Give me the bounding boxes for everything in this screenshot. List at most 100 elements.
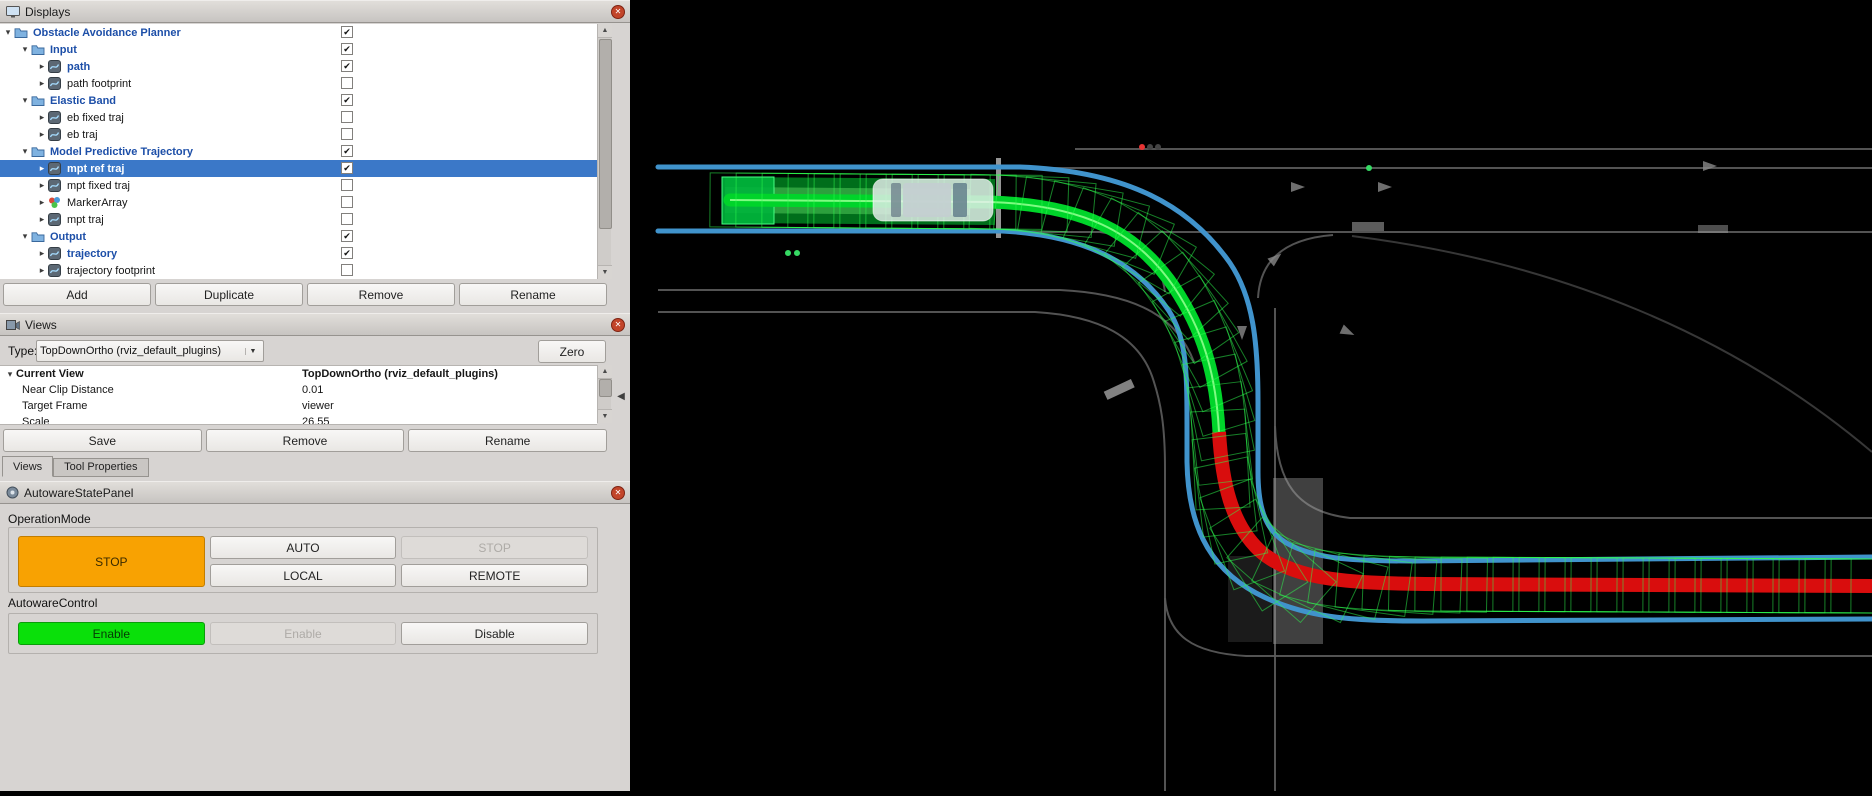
autoware-control-label: AutowareControl bbox=[8, 596, 97, 610]
expand-arrow-icon[interactable] bbox=[36, 129, 48, 140]
collapse-arrow-icon[interactable] bbox=[2, 27, 14, 38]
display-tree-item[interactable]: Model Predictive Trajectory bbox=[0, 143, 597, 160]
display-checkbox[interactable] bbox=[341, 230, 353, 242]
views-scrollbar[interactable] bbox=[597, 365, 611, 423]
view-property-row[interactable]: Near Clip Distance0.01 bbox=[0, 382, 597, 398]
display-tree-item[interactable]: mpt fixed traj bbox=[0, 177, 597, 194]
display-label: trajectory footprint bbox=[67, 265, 155, 277]
display-label: trajectory bbox=[67, 248, 117, 260]
autoware-control-disable-button[interactable]: Disable bbox=[401, 622, 588, 645]
view-property-row[interactable]: Target Frameviewer bbox=[0, 398, 597, 414]
collapse-arrow-icon[interactable] bbox=[19, 95, 31, 106]
state-titlebar[interactable]: AutowareStatePanel bbox=[0, 481, 630, 504]
displays-remove-button[interactable]: Remove bbox=[307, 283, 455, 306]
display-checkbox[interactable] bbox=[341, 60, 353, 72]
display-tree-item[interactable]: trajectory footprint bbox=[0, 262, 597, 279]
expand-arrow-icon[interactable] bbox=[36, 197, 48, 208]
displays-tree: Obstacle Avoidance PlannerInputpathpath … bbox=[0, 24, 597, 279]
displays-titlebar[interactable]: Displays bbox=[0, 0, 630, 23]
views-close-button[interactable] bbox=[611, 318, 625, 332]
displays-add-button[interactable]: Add bbox=[3, 283, 151, 306]
display-tree-item[interactable]: path bbox=[0, 58, 597, 75]
collapse-arrow-icon[interactable] bbox=[19, 146, 31, 157]
display-checkbox[interactable] bbox=[341, 43, 353, 55]
scroll-down-icon[interactable] bbox=[598, 409, 612, 423]
autoware-control-enable-button-indicator[interactable]: Enable bbox=[18, 622, 205, 645]
expand-arrow-icon[interactable] bbox=[36, 61, 48, 72]
operation-mode-local-button[interactable]: LOCAL bbox=[210, 564, 397, 587]
views-panel-icon bbox=[6, 319, 20, 331]
display-checkbox[interactable] bbox=[341, 196, 353, 208]
display-checkbox[interactable] bbox=[341, 26, 353, 38]
display-tree-item[interactable]: mpt ref traj bbox=[0, 160, 597, 177]
views-rename-button[interactable]: Rename bbox=[408, 429, 607, 452]
display-tree-item[interactable]: trajectory bbox=[0, 245, 597, 262]
scroll-up-icon[interactable] bbox=[598, 365, 612, 379]
operation-mode-stop-button: STOP bbox=[401, 536, 588, 559]
3d-viewport[interactable] bbox=[630, 0, 1872, 791]
collapse-arrow-icon[interactable] bbox=[19, 44, 31, 55]
display-checkbox[interactable] bbox=[341, 213, 353, 225]
display-label: Output bbox=[50, 231, 86, 243]
scroll-up-icon[interactable] bbox=[598, 24, 612, 38]
view-type-combobox[interactable]: TopDownOrtho (rviz_default_plugins) bbox=[36, 340, 264, 362]
property-value[interactable]: 0.01 bbox=[302, 384, 597, 396]
display-tree-item[interactable]: Input bbox=[0, 41, 597, 58]
display-tree-item[interactable]: Obstacle Avoidance Planner bbox=[0, 24, 597, 41]
folder-icon bbox=[31, 231, 48, 243]
scrollbar-thumb[interactable] bbox=[599, 39, 612, 229]
display-checkbox[interactable] bbox=[341, 111, 353, 123]
scrollbar-thumb[interactable] bbox=[599, 379, 612, 397]
property-value[interactable]: TopDownOrtho (rviz_default_plugins) bbox=[302, 368, 597, 380]
display-tree-item[interactable]: Output bbox=[0, 228, 597, 245]
display-tree-item[interactable]: MarkerArray bbox=[0, 194, 597, 211]
zero-button[interactable]: Zero bbox=[538, 340, 606, 363]
display-checkbox[interactable] bbox=[341, 77, 353, 89]
expand-arrow-icon[interactable] bbox=[36, 248, 48, 259]
display-label: mpt ref traj bbox=[67, 163, 124, 175]
expand-arrow-icon[interactable] bbox=[36, 180, 48, 191]
display-checkbox[interactable] bbox=[341, 145, 353, 157]
display-icon bbox=[48, 77, 65, 90]
display-tree-item[interactable]: path footprint bbox=[0, 75, 597, 92]
state-close-button[interactable] bbox=[611, 486, 625, 500]
display-tree-item[interactable]: eb fixed traj bbox=[0, 109, 597, 126]
display-tree-item[interactable]: mpt traj bbox=[0, 211, 597, 228]
collapse-arrow-icon[interactable] bbox=[4, 369, 16, 380]
view-property-row[interactable]: Current ViewTopDownOrtho (rviz_default_p… bbox=[0, 366, 597, 382]
views-titlebar[interactable]: Views bbox=[0, 313, 630, 336]
displays-rename-button[interactable]: Rename bbox=[459, 283, 607, 306]
expand-arrow-icon[interactable] bbox=[36, 214, 48, 225]
operation-mode-buttons: STOPAUTOSTOPLOCALREMOTE bbox=[9, 528, 597, 595]
tab-views[interactable]: Views bbox=[2, 456, 53, 477]
displays-scrollbar[interactable] bbox=[597, 24, 611, 279]
views-remove-button[interactable]: Remove bbox=[206, 429, 405, 452]
display-checkbox[interactable] bbox=[341, 179, 353, 191]
property-value[interactable]: 26.55 bbox=[302, 416, 597, 425]
operation-mode-remote-button[interactable]: REMOTE bbox=[401, 564, 588, 587]
property-name: Scale bbox=[0, 416, 302, 425]
collapse-arrow-icon[interactable] bbox=[19, 231, 31, 242]
expand-arrow-icon[interactable] bbox=[36, 265, 48, 276]
display-checkbox[interactable] bbox=[341, 264, 353, 276]
display-checkbox[interactable] bbox=[341, 247, 353, 259]
ego-vehicle bbox=[873, 179, 993, 221]
view-property-row[interactable]: Scale26.55 bbox=[0, 414, 597, 425]
displays-duplicate-button[interactable]: Duplicate bbox=[155, 283, 303, 306]
tab-tool-properties[interactable]: Tool Properties bbox=[53, 458, 148, 477]
expand-arrow-icon[interactable] bbox=[36, 78, 48, 89]
expand-arrow-icon[interactable] bbox=[36, 163, 48, 174]
operation-mode-auto-button[interactable]: AUTO bbox=[210, 536, 397, 559]
displays-close-button[interactable] bbox=[611, 5, 625, 19]
property-value[interactable]: viewer bbox=[302, 400, 597, 412]
expand-arrow-icon[interactable] bbox=[36, 112, 48, 123]
display-checkbox[interactable] bbox=[341, 94, 353, 106]
display-tree-item[interactable]: Elastic Band bbox=[0, 92, 597, 109]
operation-mode-stop-indicator[interactable]: STOP bbox=[18, 536, 205, 587]
display-checkbox[interactable] bbox=[341, 128, 353, 140]
display-checkbox[interactable] bbox=[341, 162, 353, 174]
display-tree-item[interactable]: eb traj bbox=[0, 126, 597, 143]
dock-splitter-handle[interactable] bbox=[613, 389, 629, 405]
views-save-button[interactable]: Save bbox=[3, 429, 202, 452]
scroll-down-icon[interactable] bbox=[598, 265, 612, 279]
